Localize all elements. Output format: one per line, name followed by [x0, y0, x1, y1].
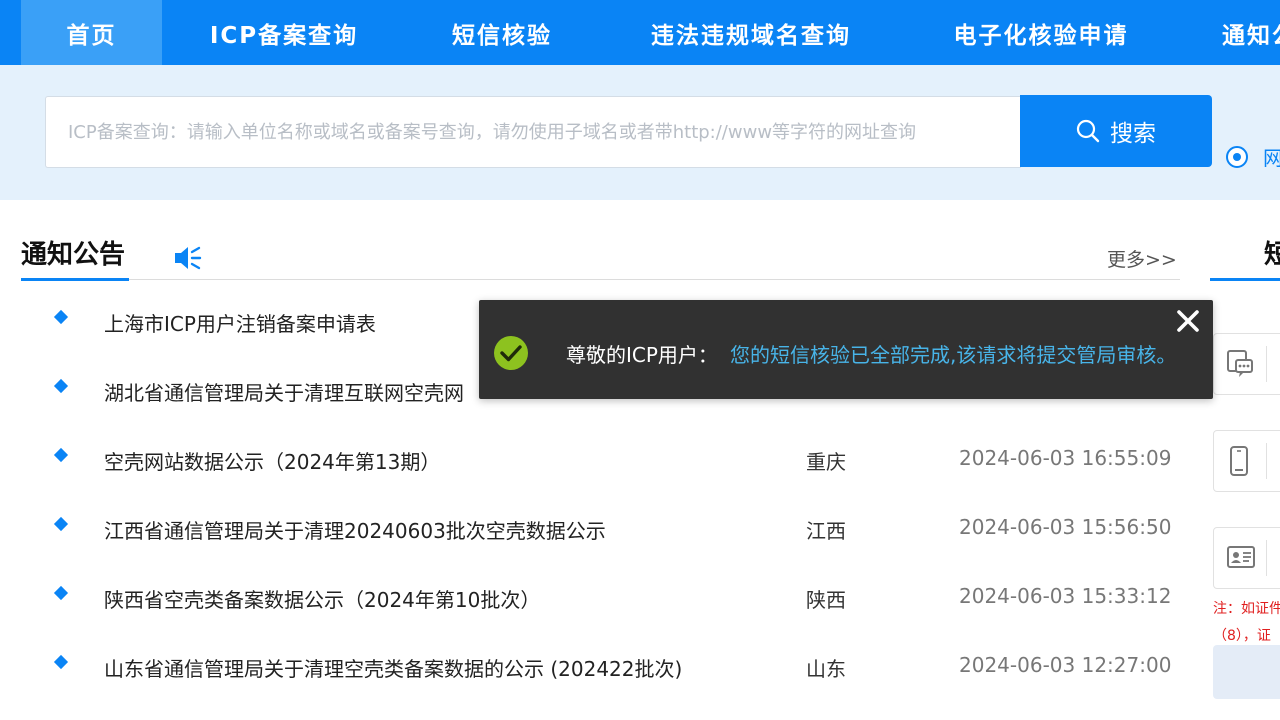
top-nav: 首页 ICP备案查询 短信核验 违法违规域名查询 电子化核验申请 通知公	[0, 0, 1280, 65]
nav-electronic-verify-apply[interactable]: 电子化核验申请	[904, 0, 1178, 65]
nav-home[interactable]: 首页	[21, 0, 162, 65]
radio-button[interactable]	[1226, 145, 1248, 168]
mobile-verify-card[interactable]	[1213, 430, 1280, 492]
card-separator	[1266, 346, 1267, 382]
radio-dot	[1233, 152, 1241, 161]
mobile-phone-icon	[1230, 446, 1248, 476]
toast-label: 尊敬的ICP用户：	[566, 343, 718, 367]
search-icon	[1076, 119, 1100, 143]
search-type-radio[interactable]: 网	[1226, 142, 1280, 171]
notice-item-time: 2024-06-03 15:56:50	[959, 515, 1172, 539]
id-verify-card[interactable]	[1213, 527, 1280, 589]
close-icon[interactable]	[1175, 308, 1201, 334]
search-band: 搜索 网	[0, 65, 1280, 200]
radio-label: 网	[1263, 146, 1280, 170]
list-item[interactable]: 江西省通信管理局关于清理20240603批次空壳数据公示 江西 2024-06-…	[0, 494, 1200, 563]
search-input[interactable]	[45, 96, 1021, 168]
diamond-bullet-icon	[53, 585, 69, 601]
search-button-label: 搜索	[1110, 121, 1156, 147]
id-card-icon	[1227, 546, 1255, 568]
note-line: 注：如证件	[1213, 601, 1280, 617]
notice-item-title[interactable]: 上海市ICP用户注销备案申请表	[104, 308, 376, 337]
nav-illegal-domain-query[interactable]: 违法违规域名查询	[598, 0, 904, 65]
sms-section-title: 短	[1264, 240, 1280, 270]
notice-item-title[interactable]: 山东省通信管理局关于清理空壳类备案数据的公示 (202422批次)	[104, 653, 682, 682]
page: 首页 ICP备案查询 短信核验 违法违规域名查询 电子化核验申请 通知公 搜索 …	[0, 0, 1280, 720]
notice-item-title[interactable]: 空壳网站数据公示（2024年第13期）	[104, 446, 440, 475]
sms-verify-card[interactable]	[1213, 333, 1280, 395]
nav-sms-verify[interactable]: 短信核验	[406, 0, 598, 65]
diamond-bullet-icon	[53, 378, 69, 394]
card-separator	[1266, 540, 1267, 576]
notice-item-title[interactable]: 江西省通信管理局关于清理20240603批次空壳数据公示	[104, 515, 606, 544]
notice-item-region: 重庆	[806, 450, 846, 474]
notice-item-title[interactable]: 陕西省空壳类备案数据公示（2024年第10批次）	[104, 584, 540, 613]
notice-item-time: 2024-06-03 12:27:00	[959, 653, 1172, 677]
diamond-bullet-icon	[53, 447, 69, 463]
card-separator	[1266, 443, 1267, 479]
notice-item-time: 2024-06-03 15:33:12	[959, 584, 1172, 608]
note-line: （8），证	[1213, 628, 1271, 644]
notice-item-title[interactable]: 湖北省通信管理局关于清理互联网空壳网	[104, 377, 464, 406]
check-circle-icon	[494, 336, 528, 370]
search-button[interactable]: 搜索	[1020, 95, 1212, 167]
nav-icp-query[interactable]: ICP备案查询	[162, 0, 406, 65]
notice-item-region: 山东	[806, 657, 846, 681]
success-toast: 尊敬的ICP用户： 您的短信核验已全部完成,该请求将提交管局审核。	[479, 300, 1213, 399]
nav-notice[interactable]: 通知公	[1200, 0, 1280, 65]
section-divider	[21, 279, 1180, 280]
speaker-icon	[175, 246, 202, 270]
list-item[interactable]: 山东省通信管理局关于清理空壳类备案数据的公示 (202422批次) 山东 202…	[0, 632, 1200, 701]
diamond-bullet-icon	[53, 309, 69, 325]
notice-section-title: 通知公告	[21, 240, 126, 270]
toast-message: 您的短信核验已全部完成,该请求将提交管局审核。	[730, 343, 1177, 367]
diamond-bullet-icon	[53, 516, 69, 532]
more-link[interactable]: 更多>>	[1107, 245, 1177, 272]
list-item[interactable]: 空壳网站数据公示（2024年第13期） 重庆 2024-06-03 16:55:…	[0, 425, 1200, 494]
diamond-bullet-icon	[53, 654, 69, 670]
sms-title-underline	[1210, 278, 1280, 281]
notice-item-region: 江西	[806, 519, 846, 543]
notice-item-time: 2024-06-03 16:55:09	[959, 446, 1172, 470]
notice-title-underline	[21, 278, 129, 281]
right-panel-block	[1213, 645, 1280, 699]
sms-chat-icon	[1227, 350, 1253, 377]
notice-item-region: 陕西	[806, 588, 846, 612]
list-item[interactable]: 陕西省空壳类备案数据公示（2024年第10批次） 陕西 2024-06-03 1…	[0, 563, 1200, 632]
